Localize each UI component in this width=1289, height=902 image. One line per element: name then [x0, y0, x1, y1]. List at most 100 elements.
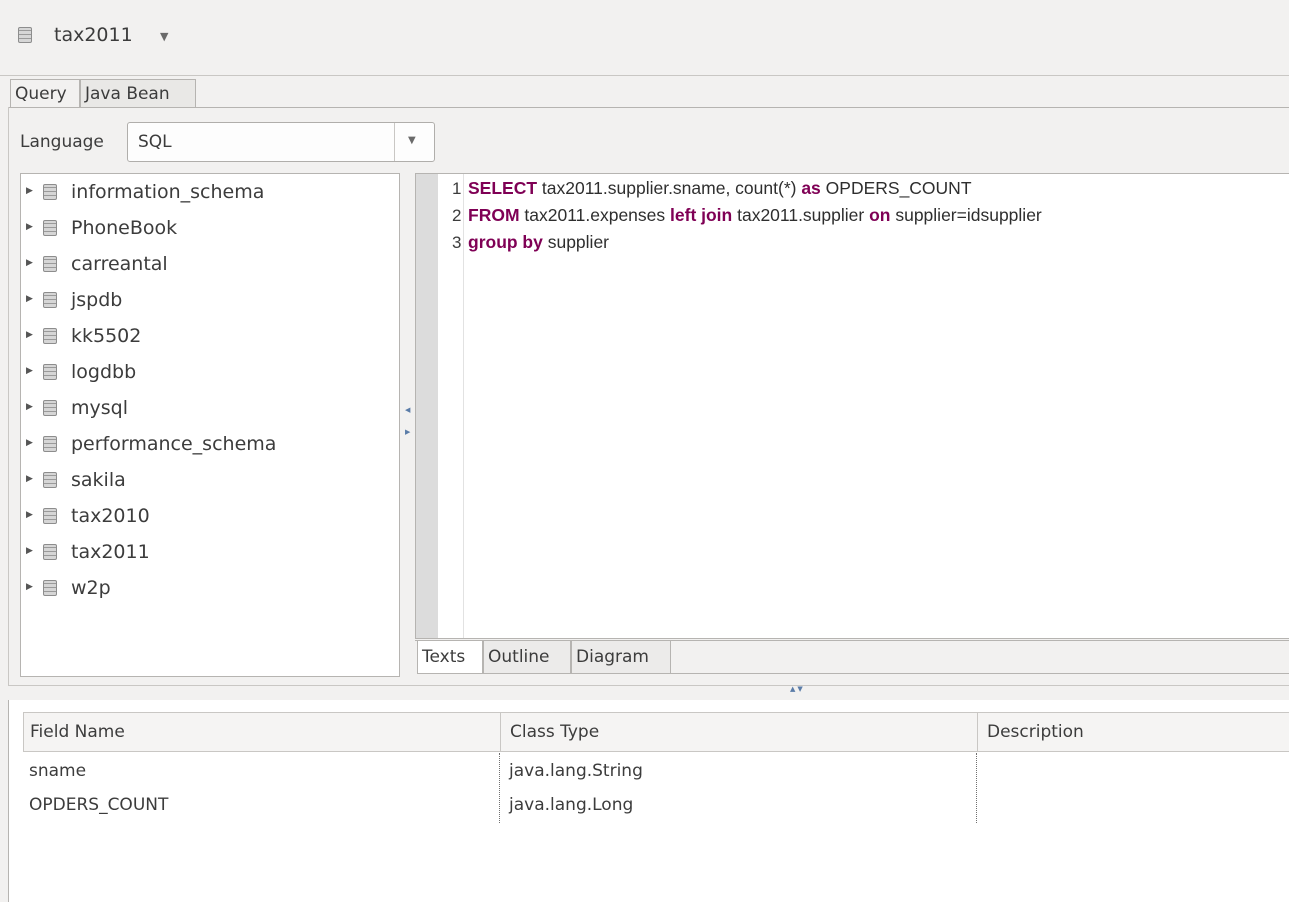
tab-texts[interactable]: Texts [417, 641, 483, 674]
database-icon [43, 472, 57, 488]
table-row[interactable]: sname java.lang.String [23, 756, 1289, 790]
tree-item[interactable]: ▶ sakila [21, 465, 399, 495]
sql-keyword: SELECT [468, 178, 538, 198]
database-icon [43, 328, 57, 344]
expand-arrow-icon[interactable]: ▶ [26, 510, 33, 520]
code-line[interactable]: group by supplier [468, 232, 609, 253]
tree-item[interactable]: ▶ tax2010 [21, 501, 399, 531]
database-icon [43, 220, 57, 236]
sql-keyword: FROM [468, 205, 520, 225]
sql-text: tax2011.expenses [519, 205, 671, 225]
tree-item[interactable]: ▶ kk5502 [21, 321, 399, 351]
tree-item-label: jspdb [71, 289, 123, 311]
tree-item-label: performance_schema [71, 433, 277, 455]
database-icon [43, 292, 57, 308]
expand-arrow-icon[interactable]: ▶ [26, 474, 33, 484]
splitter-arrows-icon[interactable]: ▲▼ [790, 685, 805, 693]
tree-item[interactable]: ▶ PhoneBook [21, 213, 399, 243]
database-icon [18, 27, 32, 43]
tab-query[interactable]: Query [10, 79, 80, 108]
sql-keyword: on [869, 205, 891, 225]
select-divider [394, 123, 395, 161]
class-type-cell: java.lang.String [509, 761, 643, 781]
language-select[interactable]: SQL ▼ [127, 122, 435, 162]
tab-diagram[interactable]: Diagram [571, 641, 671, 674]
sql-text: tax2011.supplier [732, 205, 870, 225]
expand-arrow-icon[interactable]: ▶ [26, 366, 33, 376]
language-value: SQL [138, 132, 172, 152]
tree-item[interactable]: ▶ mysql [21, 393, 399, 423]
database-icon [43, 184, 57, 200]
sql-text: supplier=idsupplier [890, 205, 1042, 225]
expand-arrow-icon[interactable]: ▶ [26, 258, 33, 268]
editor-gutter [416, 174, 438, 638]
column-header-description[interactable]: Description [987, 722, 1084, 742]
expand-arrow-icon[interactable]: ▶ [26, 186, 33, 196]
tree-item-label: mysql [71, 397, 128, 419]
expand-arrow-icon[interactable]: ▶ [26, 330, 33, 340]
expand-arrow-icon[interactable]: ▶ [26, 222, 33, 232]
table-header: Field Name Class Type Description [23, 712, 1289, 752]
field-name-cell: sname [29, 761, 87, 781]
column-header-field-name[interactable]: Field Name [30, 722, 125, 742]
tree-item[interactable]: ▶ carreantal [21, 249, 399, 279]
connection-title[interactable]: tax2011 [54, 24, 133, 46]
tab-outline[interactable]: Outline [483, 641, 571, 674]
panel-border [8, 107, 9, 685]
expand-arrow-icon[interactable]: ▶ [26, 294, 33, 304]
chevron-down-icon[interactable]: ▼ [160, 30, 168, 43]
database-icon [43, 544, 57, 560]
expand-arrow-icon[interactable]: ▶ [26, 402, 33, 412]
chevron-down-icon[interactable]: ▼ [408, 135, 416, 146]
horizontal-splitter[interactable] [8, 685, 1289, 699]
table-row[interactable]: OPDERS_COUNT java.lang.Long [23, 792, 1289, 826]
tree-item[interactable]: ▶ performance_schema [21, 429, 399, 459]
database-icon [43, 256, 57, 272]
code-line[interactable]: SELECT tax2011.supplier.sname, count(*) … [468, 178, 972, 199]
expand-arrow-icon[interactable]: ▶ [26, 582, 33, 592]
tab-java-bean[interactable]: Java Bean [80, 79, 196, 108]
database-icon [43, 508, 57, 524]
tree-item-label: information_schema [71, 181, 265, 203]
collapse-right-icon[interactable]: ▶ [405, 428, 410, 436]
tree-item[interactable]: ▶ w2p [21, 573, 399, 603]
connection-header: tax2011 ▼ [0, 0, 1289, 76]
tree-item[interactable]: ▶ tax2011 [21, 537, 399, 567]
subtab-bottom-border [671, 673, 1289, 674]
tree-item[interactable]: ▶ jspdb [21, 285, 399, 315]
tree-item-label: carreantal [71, 253, 168, 275]
database-icon [43, 364, 57, 380]
database-icon [43, 580, 57, 596]
tree-item-label: sakila [71, 469, 126, 491]
tree-item-label: tax2010 [71, 505, 150, 527]
collapse-left-icon[interactable]: ◀ [405, 406, 410, 414]
expand-arrow-icon[interactable]: ▶ [26, 438, 33, 448]
line-number: 2 [452, 206, 462, 225]
line-numbers: 1 2 3 [438, 174, 464, 638]
database-icon [43, 436, 57, 452]
sql-editor[interactable]: 1 2 3 SELECT tax2011.supplier.sname, cou… [415, 173, 1289, 639]
class-type-cell: java.lang.Long [509, 795, 634, 815]
code-line[interactable]: FROM tax2011.expenses left join tax2011.… [468, 205, 1042, 226]
database-icon [43, 400, 57, 416]
line-number: 1 [452, 179, 462, 198]
schema-tree[interactable]: ▶ information_schema ▶ PhoneBook ▶ carre… [20, 173, 400, 677]
column-divider[interactable] [500, 713, 501, 751]
tree-item-label: logdbb [71, 361, 137, 383]
tree-item-label: w2p [71, 577, 111, 599]
language-label: Language [20, 132, 104, 152]
tab-divider [8, 107, 1289, 108]
column-divider[interactable] [977, 713, 978, 751]
tree-item[interactable]: ▶ logdbb [21, 357, 399, 387]
expand-arrow-icon[interactable]: ▶ [26, 546, 33, 556]
tree-item-label: PhoneBook [71, 217, 178, 239]
line-number: 3 [452, 233, 462, 252]
sql-text: supplier [542, 232, 610, 252]
sql-text: tax2011.supplier.sname, count(*) [537, 178, 802, 198]
column-header-class-type[interactable]: Class Type [510, 722, 599, 742]
tree-item[interactable]: ▶ information_schema [21, 177, 399, 207]
tree-item-label: tax2011 [71, 541, 150, 563]
sql-keyword: left join [670, 205, 733, 225]
sql-keyword: group by [468, 232, 543, 252]
field-name-cell: OPDERS_COUNT [29, 795, 169, 815]
